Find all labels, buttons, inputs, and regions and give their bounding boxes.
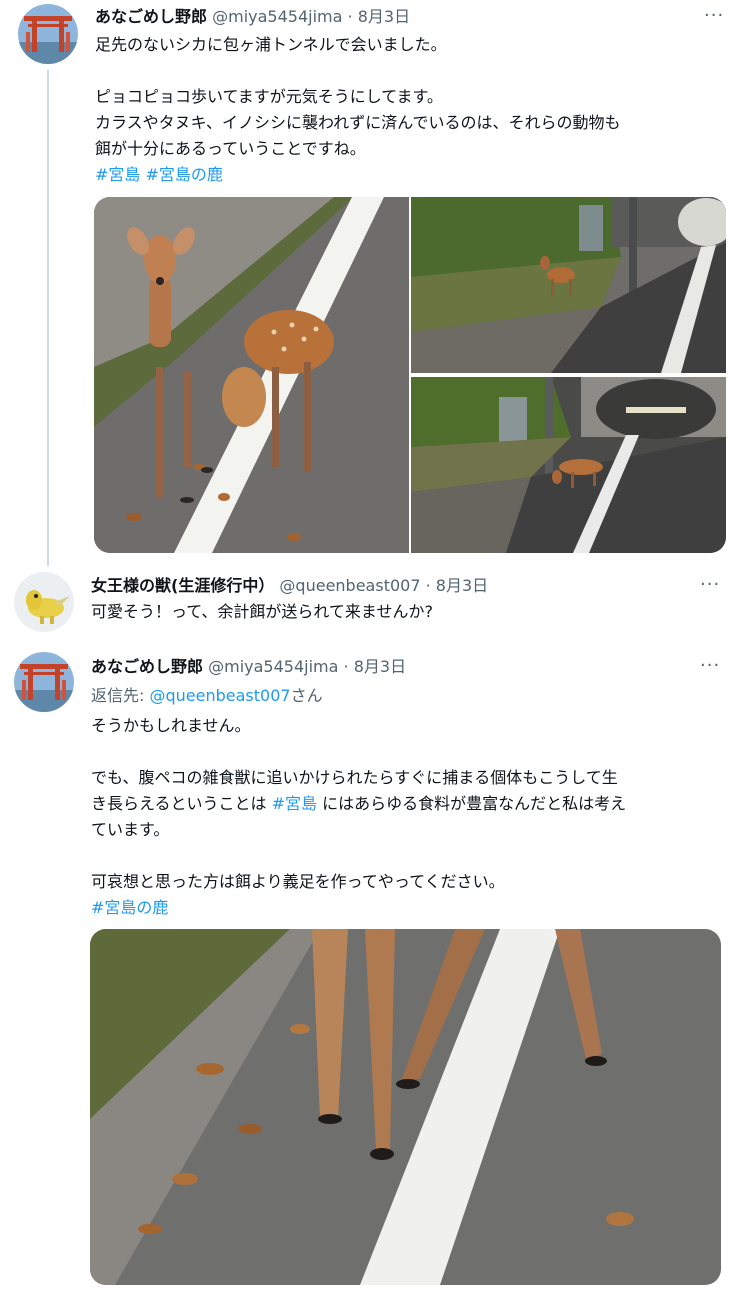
timestamp[interactable]: 8月3日 <box>354 657 406 676</box>
more-options-icon[interactable]: ··· <box>700 656 720 676</box>
tweet-line: ています。 <box>91 820 170 839</box>
thread-line <box>47 70 49 566</box>
display-name[interactable]: あなごめし野郎 <box>95 7 207 26</box>
reply-context: 返信先: @queenbeast007さん <box>91 683 323 709</box>
hashtag-link[interactable]: #宮島 <box>95 165 140 184</box>
tweet-line-part: にはあらゆる食料が豊富なんだと私は考え <box>317 794 627 813</box>
reply-prefix: 返信先: <box>91 686 150 705</box>
deer-photo-3[interactable] <box>411 377 726 553</box>
tweet-line: 餌が十分にあるっていうことですね。 <box>95 139 366 158</box>
tweet-line: カラスやタヌキ、イノシシに襲われずに済んでいるのは、それらの動物も <box>95 113 621 132</box>
tweet-header: あなごめし野郎 @miya5454jima · 8月3日 <box>91 655 406 679</box>
tweet-line: 足先のないシカに包ヶ浦トンネルで会いました。 <box>95 35 447 54</box>
reply-to-link[interactable]: @queenbeast007 <box>149 686 290 705</box>
timestamp[interactable]: 8月3日 <box>436 576 488 595</box>
hashtag-link[interactable]: #宮島の鹿 <box>91 898 168 917</box>
separator-dot: · <box>425 576 431 595</box>
hashtag-link[interactable]: #宮島 <box>272 794 317 813</box>
tweet-line: ピョコピョコ歩いてますが元気そうにしてます。 <box>95 87 443 106</box>
deer-photo-1[interactable] <box>94 197 409 553</box>
tweet-line: でも、腹ペコの雑食獣に追いかけられたらすぐに捕まる個体もこうして生 <box>91 768 618 787</box>
avatar[interactable] <box>18 4 78 64</box>
reply-suffix: さん <box>290 686 323 705</box>
tweet-line: そうかもしれません。 <box>91 716 251 735</box>
display-name[interactable]: あなごめし野郎 <box>91 657 203 676</box>
tweet-line: 可愛そう！って、余計餌が送られて来ませんか? <box>91 602 433 621</box>
tweet-2[interactable]: 女王様の獣(生涯修行中） @queenbeast007 · 8月3日 ··· 可… <box>0 565 744 640</box>
tweet-line-part: き長らえるということは <box>91 794 272 813</box>
more-options-icon[interactable]: ··· <box>704 6 724 26</box>
tweet-1[interactable]: あなごめし野郎 @miya5454jima · 8月3日 ··· 足先のないシカ… <box>0 0 744 566</box>
more-options-icon[interactable]: ··· <box>700 575 720 595</box>
deer-photo-2[interactable] <box>411 197 726 373</box>
username[interactable]: @miya5454jima <box>212 7 342 26</box>
hashtag-link[interactable]: #宮島の鹿 <box>146 165 223 184</box>
tweet-line: 可哀想と思った方は餌より義足を作ってやってください。 <box>91 872 505 891</box>
tweet-header: あなごめし野郎 @miya5454jima · 8月3日 <box>95 5 410 29</box>
separator-dot: · <box>347 7 353 26</box>
media-grid <box>94 197 726 553</box>
username[interactable]: @miya5454jima <box>208 657 338 676</box>
deer-legs-photo[interactable] <box>90 929 721 1285</box>
display-name[interactable]: 女王様の獣(生涯修行中） <box>91 576 274 595</box>
avatar[interactable] <box>14 652 74 712</box>
tweet-text: 足先のないシカに包ヶ浦トンネルで会いました。 ピョコピョコ歩いてますが元気そうに… <box>95 32 620 188</box>
tweet-header: 女王様の獣(生涯修行中） @queenbeast007 · 8月3日 <box>91 574 488 598</box>
tweet-text: そうかもしれません。 でも、腹ペコの雑食獣に追いかけられたらすぐに捕まる個体もこ… <box>91 713 626 921</box>
tweet-3[interactable]: あなごめし野郎 @miya5454jima · 8月3日 ··· 返信先: @q… <box>0 640 744 1298</box>
separator-dot: · <box>343 657 349 676</box>
tweet-text: 可愛そう！って、余計餌が送られて来ませんか? <box>91 599 433 625</box>
avatar[interactable] <box>14 572 74 632</box>
timestamp[interactable]: 8月3日 <box>358 7 410 26</box>
username[interactable]: @queenbeast007 <box>279 576 420 595</box>
